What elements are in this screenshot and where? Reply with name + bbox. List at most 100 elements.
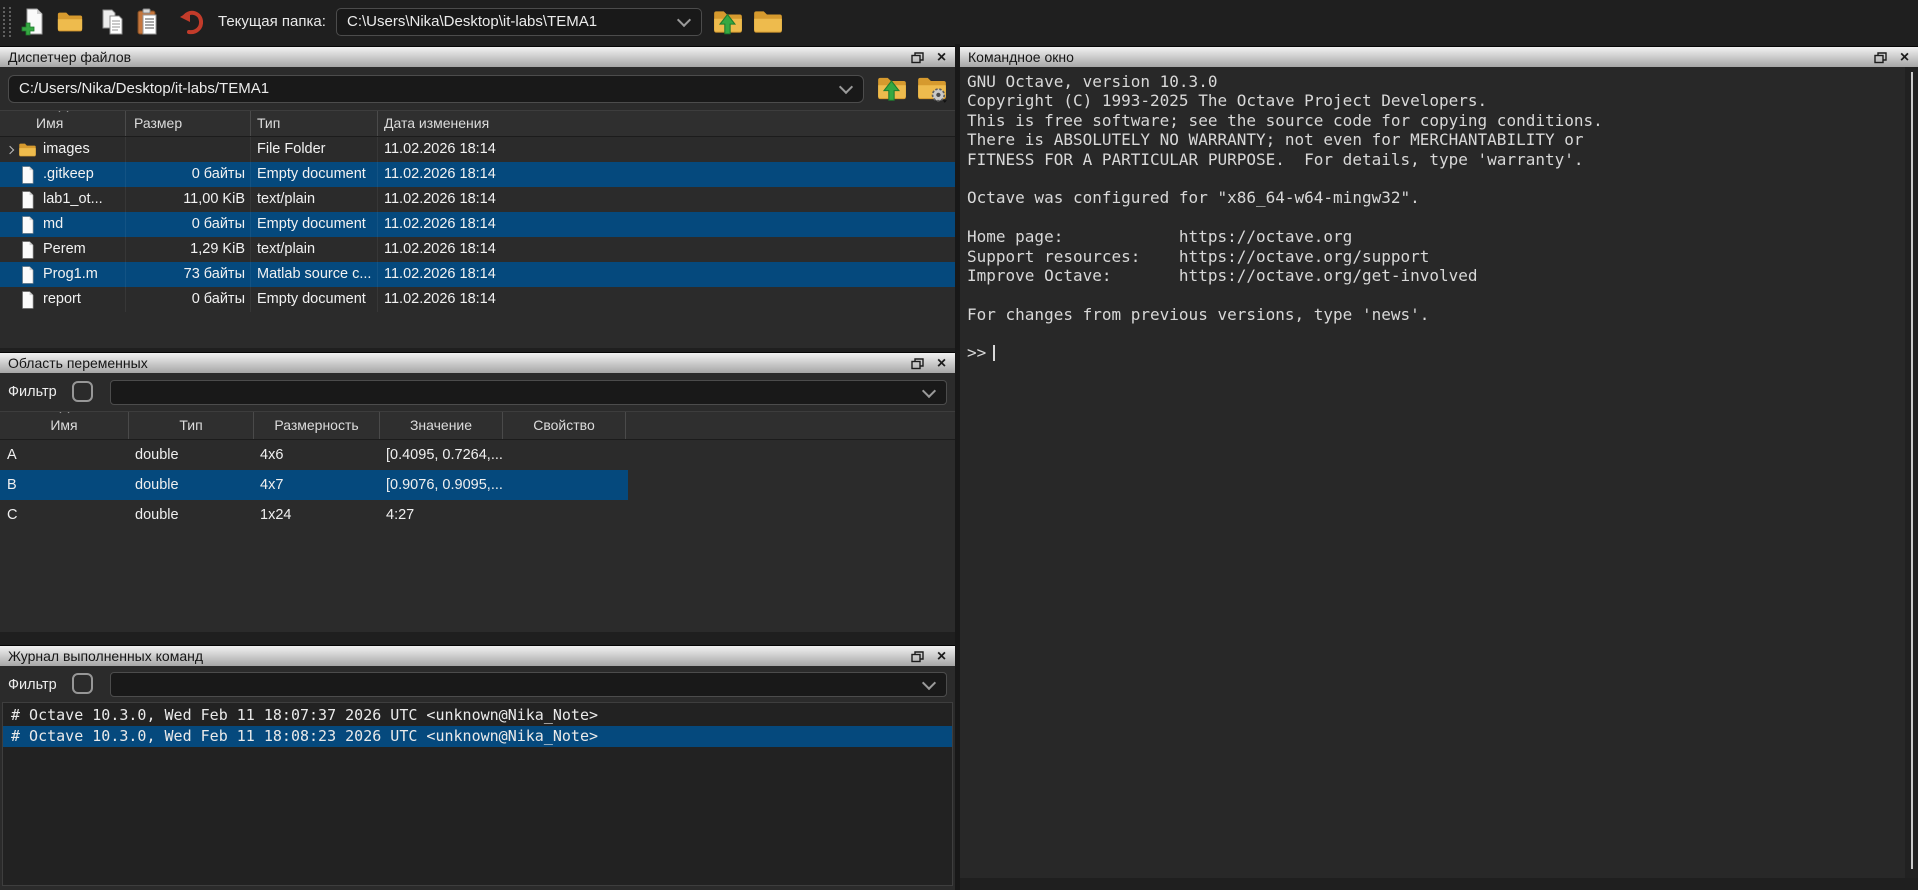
column-header-name[interactable]: Имя (0, 412, 129, 439)
column-header-type[interactable]: Тип (129, 412, 254, 439)
file-type-cell: Empty document (251, 162, 378, 187)
undock-button[interactable] (1873, 50, 1888, 65)
paste-button[interactable] (134, 8, 162, 36)
command-line: Home page: https://octave.org (967, 227, 1898, 246)
file-table-header: Имя Размер Тип Дата изменения (0, 110, 955, 137)
close-button[interactable]: × (934, 649, 949, 664)
variable-dimension-cell: 4x7 (254, 470, 380, 500)
command-output: GNU Octave, version 10.3.0Copyright (C) … (967, 72, 1898, 363)
file-name: report (43, 287, 81, 312)
new-script-button[interactable] (20, 8, 48, 36)
folder-actions-button[interactable] (916, 74, 948, 103)
command-line: Support resources: https://octave.org/su… (967, 247, 1898, 266)
command-line: GNU Octave, version 10.3.0 (967, 72, 1898, 91)
file-size-cell: 1,29 KiB (126, 237, 251, 262)
filter-combobox[interactable] (110, 672, 947, 697)
copy-button[interactable] (99, 8, 127, 36)
variable-name-cell: C (0, 500, 129, 530)
file-row[interactable]: lab1_ot...11,00 KiBtext/plain11.02.2026 … (0, 187, 955, 212)
close-button[interactable]: × (1897, 50, 1912, 65)
open-folder-icon (56, 8, 84, 36)
file-browser-panel: C:/Users/Nika/Desktop/it-labs/TEMA1 Имя … (0, 67, 955, 348)
main-toolbar: Текущая папка: C:\Users\Nika\Desktop\it-… (0, 0, 1918, 44)
file-row[interactable]: md0 байтыEmpty document11.02.2026 18:14 (0, 212, 955, 237)
file-type-cell: Empty document (251, 287, 378, 312)
undock-button[interactable] (910, 356, 925, 371)
filter-checkbox[interactable] (72, 673, 93, 694)
history-panel: Фильтр # Octave 10.3.0, Wed Feb 11 18:07… (0, 666, 955, 890)
file-row[interactable]: imagesFile Folder11.02.2026 18:14 (0, 137, 955, 162)
file-browser-path: C:/Users/Nika/Desktop/it-labs/TEMA1 (19, 80, 269, 97)
close-button[interactable]: × (934, 356, 949, 371)
vertical-scrollbar[interactable] (1905, 67, 1918, 878)
close-button[interactable]: × (934, 50, 949, 65)
file-row[interactable]: report0 байтыEmpty document11.02.2026 18… (0, 287, 955, 312)
open-file-button[interactable] (56, 8, 84, 36)
file-icon (18, 241, 37, 259)
file-name: lab1_ot... (43, 187, 103, 212)
file-type-cell: text/plain (251, 237, 378, 262)
column-header-type[interactable]: Тип (251, 111, 378, 136)
column-header-attribute[interactable]: Свойство (503, 412, 626, 439)
prompt-line[interactable]: >> (967, 343, 1898, 362)
column-header-dimension[interactable]: Размерность (254, 412, 380, 439)
variable-dimension-cell: 1x24 (254, 500, 380, 530)
variable-value-cell: [0.9076, 0.9095,... (380, 470, 955, 500)
workspace-panel: Фильтр Имя Тип Размерность Значение Свой… (0, 373, 955, 632)
dock-splitter[interactable] (955, 44, 960, 890)
command-line (967, 208, 1898, 227)
file-browser-path-row: C:/Users/Nika/Desktop/it-labs/TEMA1 (0, 67, 955, 110)
file-browser-titlebar[interactable]: Диспетчер файлов × (0, 46, 955, 67)
file-size-cell: 11,00 KiB (126, 187, 251, 212)
browse-folder-button[interactable] (752, 8, 784, 36)
column-header-date[interactable]: Дата изменения (378, 111, 955, 136)
command-window[interactable]: GNU Octave, version 10.3.0Copyright (C) … (960, 67, 1918, 878)
variable-name-cell: A (0, 440, 129, 470)
file-name: Prog1.m (43, 262, 98, 287)
file-size-cell: 0 байты (126, 212, 251, 237)
command-line: Copyright (C) 1993-2025 The Octave Proje… (967, 91, 1898, 110)
file-browser-title: Диспетчер файлов (8, 49, 131, 65)
toolbar-drag-handle[interactable] (3, 7, 11, 37)
filter-checkbox[interactable] (72, 381, 93, 402)
column-header-size[interactable]: Размер (126, 111, 251, 136)
variable-row[interactable]: Bdouble4x7[0.9076, 0.9095,... (0, 470, 955, 500)
file-browser-path-combobox[interactable]: C:/Users/Nika/Desktop/it-labs/TEMA1 (8, 75, 864, 103)
history-titlebar[interactable]: Журнал выполненных команд × (0, 645, 955, 666)
undock-icon (911, 651, 924, 663)
column-header-filler (626, 412, 955, 439)
close-icon: × (1900, 50, 1909, 65)
file-row[interactable]: .gitkeep0 байтыEmpty document11.02.2026 … (0, 162, 955, 187)
column-header-value[interactable]: Значение (380, 412, 503, 439)
prompt: >> (967, 343, 986, 362)
file-name-cell: md (0, 212, 126, 237)
history-entry[interactable]: # Octave 10.3.0, Wed Feb 11 18:08:23 202… (3, 726, 952, 747)
undo-button[interactable] (178, 8, 206, 36)
command-window-titlebar[interactable]: Командное окно × (960, 46, 1918, 67)
file-row[interactable]: Prog1.m73 байтыMatlab source c...11.02.2… (0, 262, 955, 287)
file-type-cell: Empty document (251, 212, 378, 237)
scrollbar-thumb[interactable] (1911, 72, 1913, 869)
column-header-name[interactable]: Имя (0, 111, 126, 136)
undock-icon (911, 358, 924, 370)
undock-button[interactable] (910, 50, 925, 65)
current-folder-combobox[interactable]: C:\Users\Nika\Desktop\it-labs\TEMA1 (336, 8, 702, 36)
close-icon: × (937, 356, 946, 371)
folder-actions-icon (916, 74, 948, 103)
expand-chevron-icon[interactable] (2, 147, 18, 153)
variable-row[interactable]: Adouble4x6[0.4095, 0.7264,... (0, 440, 955, 470)
file-row[interactable]: Perem1,29 KiBtext/plain11.02.2026 18:14 (0, 237, 955, 262)
file-icon (18, 191, 37, 209)
workspace-titlebar[interactable]: Область переменных × (0, 352, 955, 373)
history-entry[interactable]: # Octave 10.3.0, Wed Feb 11 18:07:37 202… (3, 705, 952, 726)
folder-up-button[interactable] (712, 8, 744, 36)
command-line: Improve Octave: https://octave.org/get-i… (967, 266, 1898, 285)
workspace-table-header: Имя Тип Размерность Значение Свойство (0, 411, 955, 440)
filter-combobox[interactable] (110, 380, 947, 405)
file-name-cell: lab1_ot... (0, 187, 126, 212)
directory-up-button[interactable] (876, 74, 908, 103)
variable-row[interactable]: Cdouble1x244:27 (0, 500, 955, 530)
history-list[interactable]: # Octave 10.3.0, Wed Feb 11 18:07:37 202… (2, 702, 953, 886)
file-size-cell: 0 байты (126, 287, 251, 312)
undock-button[interactable] (910, 649, 925, 664)
